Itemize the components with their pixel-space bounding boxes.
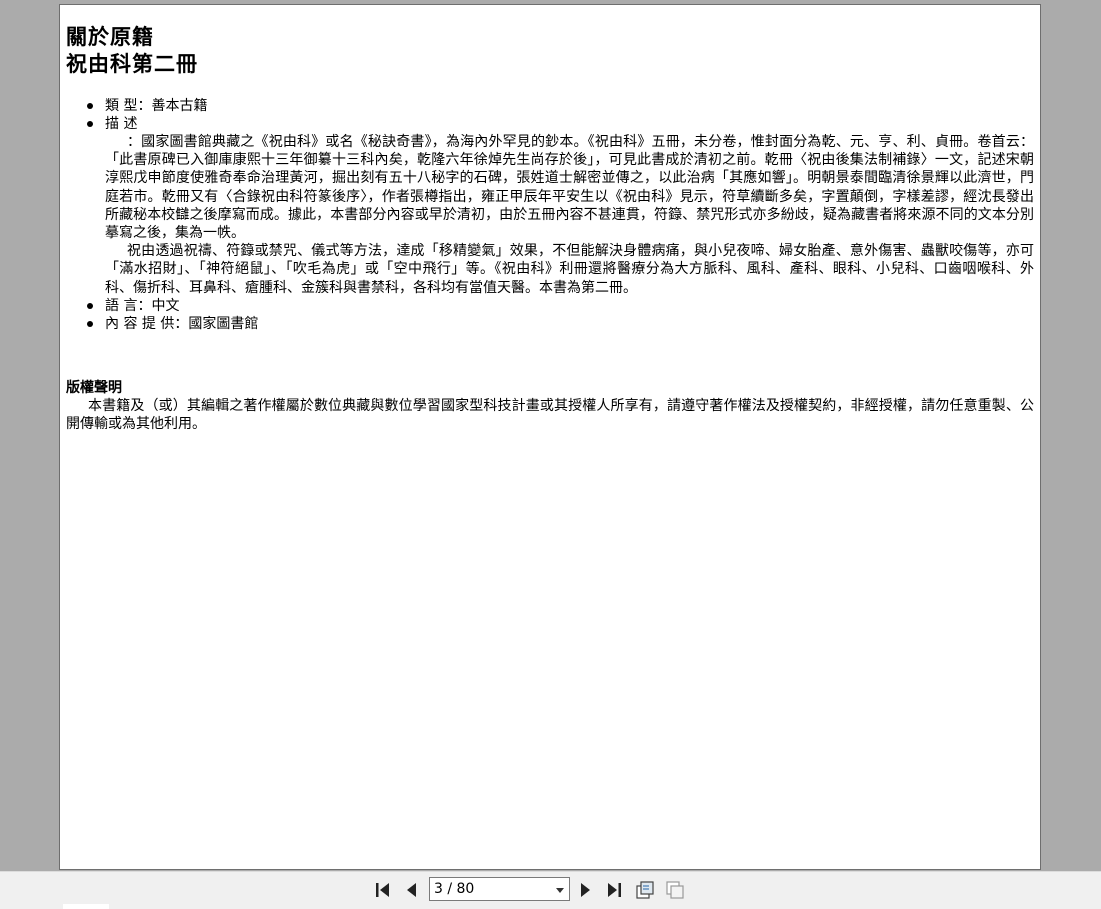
provider-value: 國家圖書館 <box>188 315 259 332</box>
list-item-description: 描 述 ：國家圖書館典藏之《祝由科》或名《秘訣奇書》，為海內外罕見的鈔本。《祝由… <box>87 115 1034 297</box>
page-number-select[interactable]: 3 / 80 <box>429 877 570 901</box>
list-item-provider: 內 容 提 供：國家圖書館 <box>87 315 1034 333</box>
viewer-toolbar: 3 / 80 <box>0 871 1101 909</box>
thumbnail-view-icon[interactable] <box>635 880 655 900</box>
bullet-icon <box>87 302 93 309</box>
next-page-icon[interactable] <box>576 880 596 900</box>
previous-page-icon[interactable] <box>401 880 421 900</box>
last-page-icon[interactable] <box>604 880 624 900</box>
metadata-list: 類 型：善本古籍 描 述 ：國家圖書館典藏之《祝由科》或名《秘訣奇書》，為海內外… <box>66 97 1034 333</box>
status-tab <box>63 904 109 909</box>
type-value: 善本古籍 <box>151 98 208 114</box>
copyright-heading: 版權聲明 <box>66 379 122 396</box>
copyright-text: 本書籍及（或）其編輯之著作權屬於數位典藏與數位學習國家型科技計畫或其授權人所享有… <box>66 397 1034 433</box>
list-item-type: 類 型：善本古籍 <box>87 97 1034 115</box>
title-line-2: 祝由科第二冊 <box>66 51 198 76</box>
provider-label: 內 容 提 供： <box>105 315 189 332</box>
bullet-icon <box>87 103 93 109</box>
language-value: 中文 <box>151 297 180 314</box>
description-label: 描 述 <box>105 116 138 132</box>
bullet-icon <box>87 121 93 127</box>
first-page-icon[interactable] <box>373 880 393 900</box>
type-label: 類 型： <box>105 98 152 114</box>
list-item-language: 語 言：中文 <box>87 297 1034 315</box>
language-label: 語 言： <box>105 297 152 314</box>
title-line-1: 關於原籍 <box>66 24 154 49</box>
document-content: 關於原籍 祝由科第二冊 類 型：善本古籍 描 述 ：國家圖書館典藏之《祝由科》或… <box>66 23 1034 433</box>
page-indicator: 3 / 80 <box>434 881 475 897</box>
description-paragraph-1: ：國家圖書館典藏之《祝由科》或名《秘訣奇書》，為海內外罕見的鈔本。《祝由科》五冊… <box>105 134 1034 242</box>
chevron-down-icon <box>556 888 564 893</box>
two-page-view-icon[interactable] <box>665 880 685 900</box>
bullet-icon <box>87 320 93 327</box>
document-title: 關於原籍 祝由科第二冊 <box>66 23 1034 77</box>
document-page: 關於原籍 祝由科第二冊 類 型：善本古籍 描 述 ：國家圖書館典藏之《祝由科》或… <box>59 4 1041 870</box>
description-paragraph-2: 祝由透過祝禱、符籙或禁咒、儀式等方法，達成「移精變氣」效果，不但能解決身體病痛，… <box>105 243 1034 296</box>
